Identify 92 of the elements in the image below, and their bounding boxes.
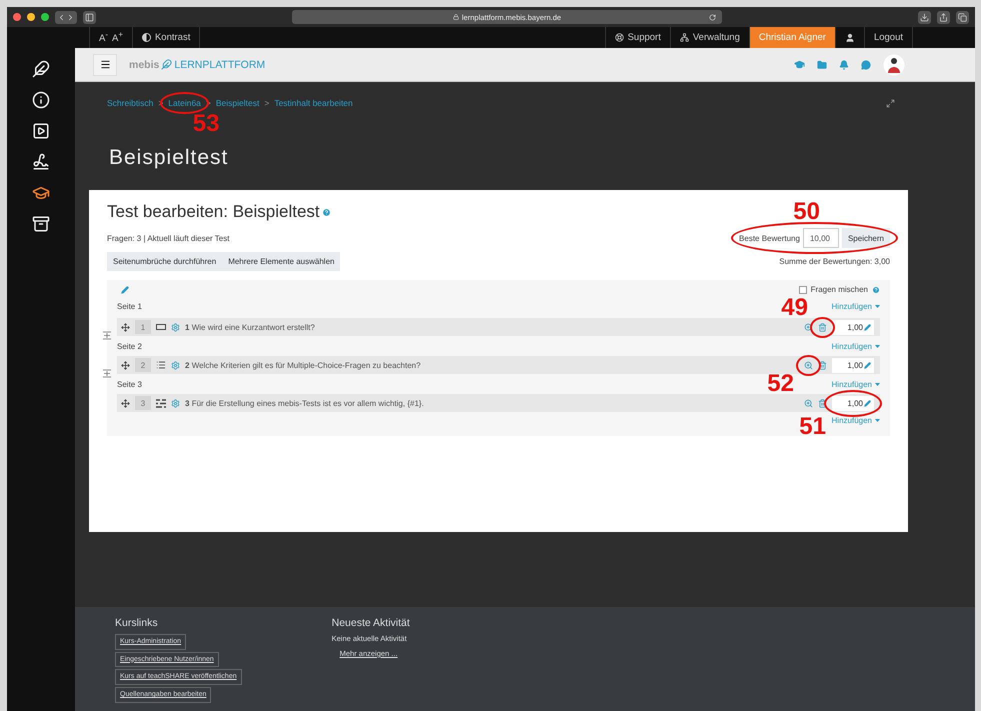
max-grade-label: Beste Bewertung: [739, 234, 800, 242]
window-close-button[interactable]: [13, 13, 21, 21]
question-text[interactable]: 3 Für die Erstellung eines mebis-Tests ist es vor allem wichtig, {#1}.: [185, 398, 424, 408]
save-button[interactable]: Speichern: [842, 228, 890, 248]
tabs-icon: [958, 12, 967, 22]
shuffle-checkbox[interactable]: [798, 286, 807, 294]
pencil-icon[interactable]: [121, 286, 129, 294]
pencil-icon: [864, 324, 871, 330]
reload-icon[interactable]: [709, 14, 716, 20]
chat-icon[interactable]: [861, 60, 871, 70]
info-icon[interactable]: [32, 91, 50, 109]
help-icon[interactable]: [322, 208, 331, 216]
back-forward-button[interactable]: [55, 10, 77, 24]
page-label: Seite 2: [117, 340, 142, 352]
font-size-button[interactable]: A$^{-}$: [99, 30, 108, 45]
caret-icon: [875, 382, 880, 386]
annotation-number: 50: [793, 200, 820, 224]
pencil-icon: [864, 400, 871, 406]
bell-icon[interactable]: [839, 60, 849, 70]
caret-icon: [875, 344, 880, 348]
archive-icon[interactable]: [32, 215, 50, 233]
question-text[interactable]: 1 Wie wird eine Kurzantwort erstellt?: [185, 322, 315, 332]
page-title: Beispieltest: [109, 146, 230, 171]
list-icon: [156, 360, 166, 370]
breadcrumb-link[interactable]: Latein6a: [168, 98, 201, 108]
trash-icon[interactable]: [818, 398, 827, 408]
help-icon[interactable]: [872, 286, 880, 294]
breadcrumb-link[interactable]: Schreibtisch: [107, 98, 154, 108]
annotation-number: 53: [192, 112, 220, 136]
search-icon[interactable]: [804, 322, 813, 332]
chevron-right-icon: [66, 12, 75, 22]
avatar[interactable]: [883, 54, 905, 76]
expand-icon[interactable]: [886, 98, 895, 108]
contrast-icon: [142, 33, 151, 42]
feather-icon[interactable]: [32, 60, 50, 78]
gap-list-icon: [156, 398, 166, 408]
mark-field[interactable]: 1,00: [832, 358, 874, 372]
mark-field[interactable]: 1,00: [832, 320, 874, 334]
footer-heading: Kurslinks: [115, 617, 159, 629]
move-icon[interactable]: [121, 360, 130, 370]
page-break-icon[interactable]: [103, 331, 111, 340]
annotation-number: 49: [781, 296, 808, 320]
breadcrumb-link[interactable]: Testinhalt bearbeiten: [274, 98, 353, 108]
page-break-icon[interactable]: [103, 369, 111, 378]
move-icon[interactable]: [121, 398, 130, 408]
breadcrumb-separator: >: [264, 98, 270, 108]
lifebuoy-icon: [614, 33, 624, 42]
mark-field[interactable]: 1,00: [832, 396, 874, 410]
play-icon[interactable]: [32, 122, 50, 140]
slot-number: 3: [135, 396, 151, 410]
share-icon: [939, 12, 948, 22]
graduation-cap-icon[interactable]: [32, 184, 50, 202]
slot-number: 1: [135, 320, 151, 334]
card-heading: Test bearbeiten: Beispieltest: [107, 202, 320, 222]
panel-icon: [85, 12, 94, 22]
page-label: Seite 3: [117, 378, 142, 390]
tabs-button[interactable]: [956, 10, 969, 24]
footer-heading: Neueste Aktivität: [332, 617, 410, 629]
annotation-ellipse: [160, 92, 209, 114]
page-label: Seite 1: [117, 300, 142, 312]
total-marks: Summe der Bewertungen: 3,00: [779, 257, 890, 266]
lock-icon: [452, 14, 459, 20]
breadcrumb-link[interactable]: Beispieltest: [216, 98, 260, 108]
annotation-ellipse: [824, 390, 882, 416]
annotation-number: 51: [799, 414, 826, 438]
signature-icon[interactable]: [32, 153, 50, 171]
window-zoom-button[interactable]: [41, 13, 49, 21]
move-icon[interactable]: [121, 322, 130, 332]
menu-button[interactable]: [93, 54, 117, 76]
test-info: Fragen: 3 | Aktuell läuft dieser Test: [107, 234, 230, 242]
pencil-icon: [864, 362, 871, 368]
network-icon: [680, 33, 689, 42]
annotation-ellipse: [796, 354, 821, 376]
folder-icon[interactable]: [817, 60, 827, 70]
caret-icon: [875, 304, 880, 308]
chevron-left-icon: [57, 12, 66, 22]
max-grade-field[interactable]: 10,00: [802, 228, 839, 248]
sidebar-toggle-button[interactable]: [83, 10, 96, 24]
slot-number: 2: [135, 358, 151, 372]
annotation-number: 52: [767, 372, 794, 396]
share-button[interactable]: [937, 10, 950, 24]
trash-icon[interactable]: [818, 360, 827, 370]
user-icon: [844, 32, 855, 42]
question-text[interactable]: 2 Welche Kriterien gilt es für Multiple-Choice-Fragen zu beachten?: [185, 360, 421, 370]
text-field-icon: [156, 324, 166, 330]
caret-icon: [875, 418, 880, 422]
font-size-button[interactable]: A$^{+}$: [112, 30, 123, 45]
menu-icon: [100, 59, 110, 70]
shuffle-label: Fragen mischen: [810, 285, 868, 294]
window-minimize-button[interactable]: [27, 13, 35, 21]
download-button[interactable]: [918, 10, 931, 24]
download-icon: [920, 12, 929, 22]
